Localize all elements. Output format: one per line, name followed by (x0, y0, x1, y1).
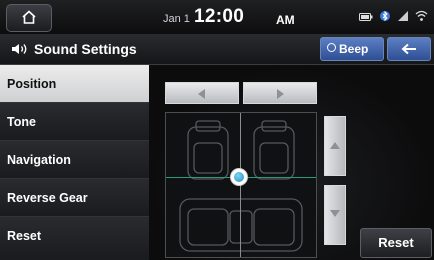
sound-settings-screen: Jan 1 12:00 AM Sound Settings Beep Posit… (0, 0, 434, 260)
status-bar: Jan 1 12:00 AM (0, 0, 434, 34)
page-title: Sound Settings (34, 41, 137, 57)
arrow-down-icon (330, 210, 340, 217)
back-arrow-icon (401, 43, 416, 55)
fader-rear-button[interactable] (324, 185, 346, 245)
sidebar-item-navigation[interactable]: Navigation (0, 141, 149, 179)
sidebar-item-tone[interactable]: Tone (0, 103, 149, 141)
bluetooth-battery-icon (359, 9, 373, 27)
balance-right-button[interactable] (243, 82, 317, 104)
status-icons (359, 9, 428, 27)
bluetooth-icon (379, 9, 391, 27)
beep-indicator-icon (327, 43, 336, 52)
status-time: 12:00 (194, 6, 245, 27)
beep-button[interactable]: Beep (320, 37, 384, 61)
sidebar-item-reset[interactable]: Reset (0, 217, 149, 260)
wifi-icon (415, 9, 428, 27)
signal-icon (397, 9, 409, 27)
reset-button[interactable]: Reset (360, 228, 432, 258)
title-bar: Sound Settings Beep (0, 34, 434, 65)
position-knob[interactable] (230, 168, 248, 186)
speaker-icon (10, 41, 30, 62)
beep-label: Beep (339, 42, 369, 56)
fader-front-button[interactable] (324, 116, 346, 176)
back-button[interactable] (387, 37, 431, 61)
home-icon (22, 10, 36, 24)
sidebar-item-reverse-gear[interactable]: Reverse Gear (0, 179, 149, 217)
home-button[interactable] (6, 4, 52, 32)
arrow-up-icon (330, 142, 340, 149)
settings-sidebar: Position Tone Navigation Reverse Gear Re… (0, 65, 149, 260)
seat-position-grid[interactable] (165, 112, 317, 258)
arrow-left-icon (198, 89, 205, 99)
status-ampm: AM (276, 13, 295, 27)
balance-left-button[interactable] (165, 82, 239, 104)
status-date: Jan 1 (163, 13, 190, 25)
sidebar-item-position[interactable]: Position (0, 65, 149, 103)
arrow-right-icon (277, 89, 284, 99)
